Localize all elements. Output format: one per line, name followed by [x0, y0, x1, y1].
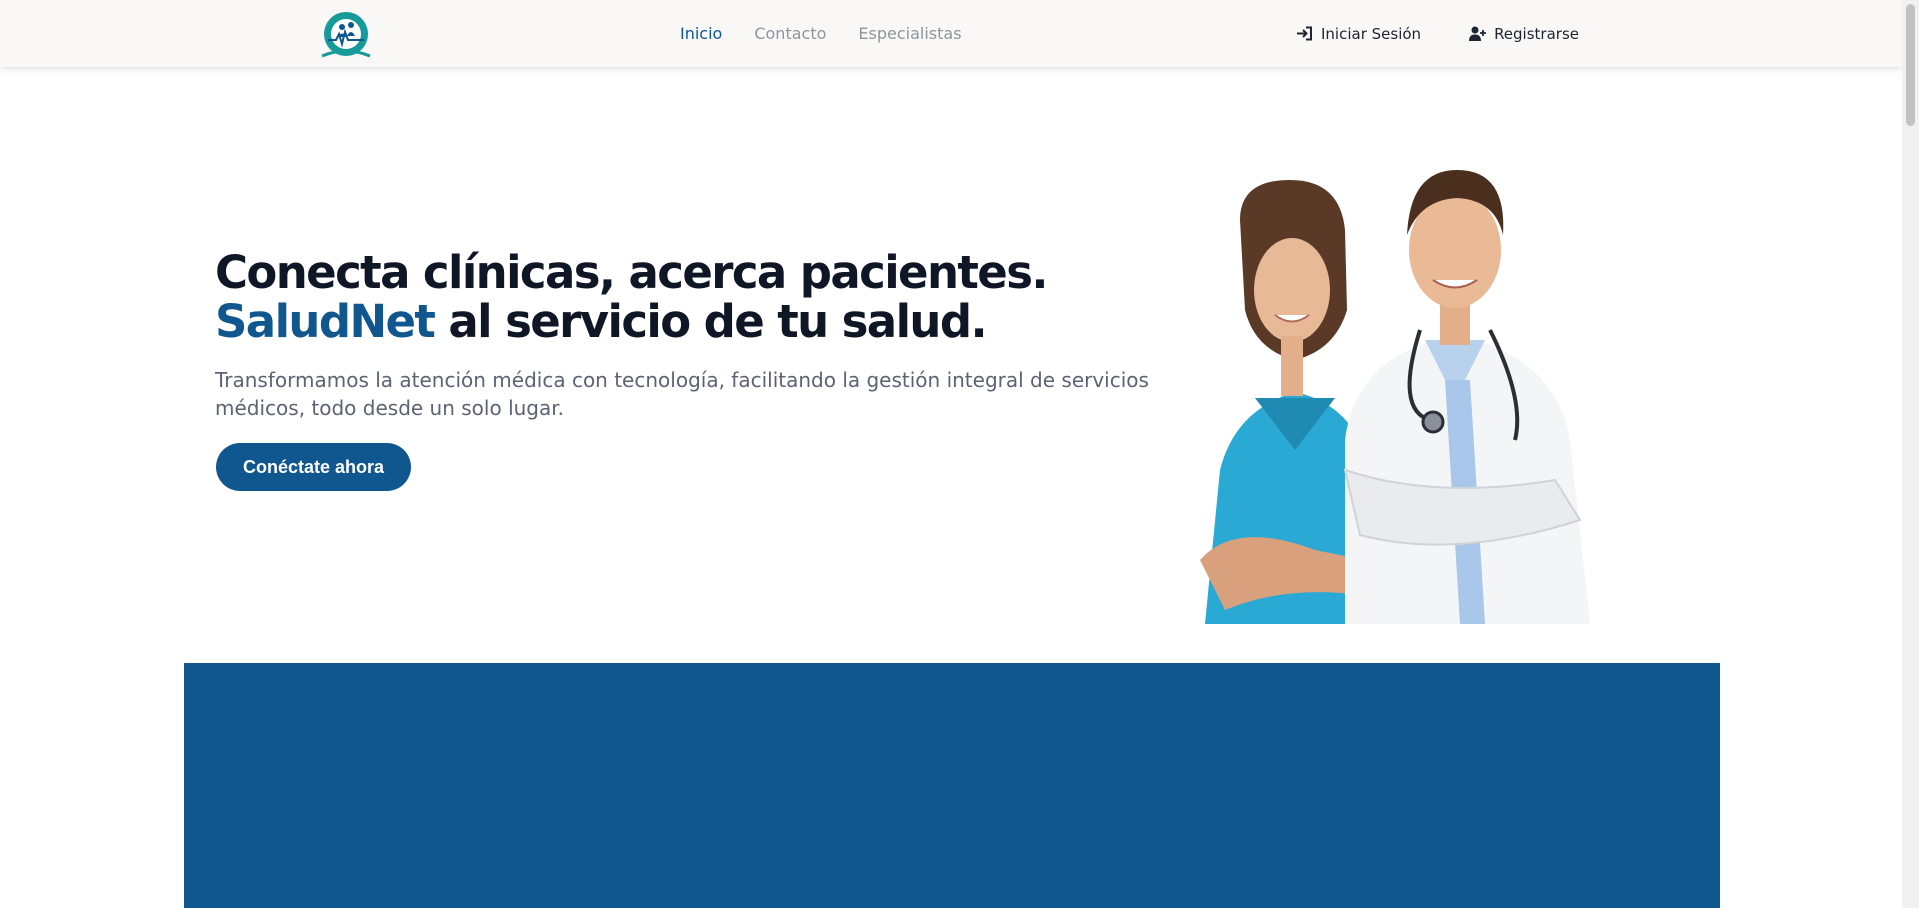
auth-actions: Iniciar Sesión Registrarse	[1296, 0, 1579, 67]
navbar: Inicio Contacto Especialistas Iniciar Se…	[0, 0, 1902, 67]
blue-section	[184, 663, 1720, 908]
user-plus-icon	[1469, 26, 1487, 41]
doctor-figure	[1343, 170, 1590, 624]
scrollbar-thumb[interactable]	[1906, 4, 1915, 126]
login-label: Iniciar Sesión	[1321, 24, 1422, 43]
register-label: Registrarse	[1494, 24, 1579, 43]
nav-link-inicio[interactable]: Inicio	[680, 24, 722, 43]
saludnet-logo[interactable]	[316, 10, 376, 60]
hero-title-line1: Conecta clínicas, acerca pacientes.	[215, 246, 1049, 299]
scrollbar[interactable]	[1902, 0, 1919, 908]
hero-subtitle: Transformamos la atención médica con tec…	[215, 368, 1149, 420]
saludnet-logo-icon	[321, 12, 371, 58]
hero-title-brand: SaludNet	[215, 295, 436, 348]
main-nav: Inicio Contacto Especialistas	[680, 0, 962, 67]
hero-title: Conecta clínicas, acerca pacientes. Salu…	[215, 246, 1049, 348]
hero-title-line2: al servicio de tu salud.	[434, 295, 987, 348]
nav-link-contacto[interactable]: Contacto	[754, 24, 826, 43]
register-button[interactable]: Registrarse	[1469, 25, 1579, 43]
nav-link-especialistas[interactable]: Especialistas	[858, 24, 961, 43]
sign-in-icon	[1297, 26, 1312, 41]
connect-now-button[interactable]: Conéctate ahora	[216, 443, 411, 491]
doctors-image	[1195, 140, 1685, 624]
login-button[interactable]: Iniciar Sesión	[1296, 25, 1421, 43]
